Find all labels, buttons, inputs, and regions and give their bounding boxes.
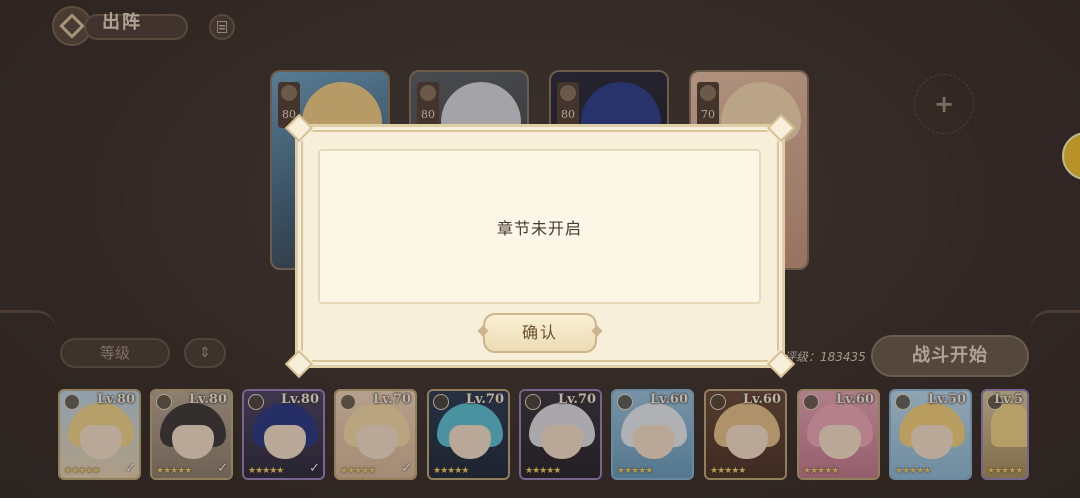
dialog-message: 章节未开启: [496, 219, 582, 238]
dialog-message-panel: 章节未开启: [318, 149, 761, 304]
alert-dialog: 章节未开启 确认: [284, 113, 796, 379]
confirm-button[interactable]: 确认: [483, 313, 597, 353]
